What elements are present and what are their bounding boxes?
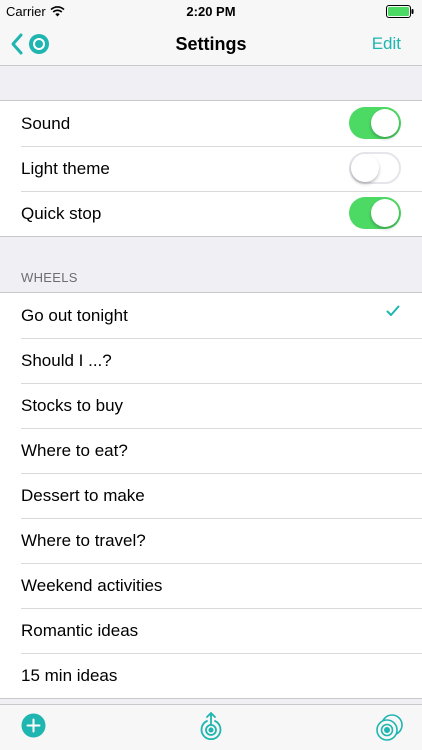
wheel-item-label: Dessert to make [21, 485, 145, 505]
status-time: 2:20 PM [186, 4, 236, 19]
wheels-list: Go out tonight Should I ...? Stocks to b… [0, 292, 422, 699]
settings-group: Sound Light theme Quick stop [0, 100, 422, 237]
wheel-item-label: Go out tonight [21, 305, 128, 325]
quick-stop-toggle[interactable] [349, 197, 401, 229]
status-bar: Carrier 2:20 PM [0, 0, 422, 24]
wheel-item-label: 15 min ideas [21, 665, 118, 685]
share-icon[interactable] [198, 711, 224, 743]
checkmark-icon [386, 305, 400, 316]
navigation-bar: Settings Edit [0, 24, 422, 66]
page-title: Settings [175, 34, 247, 54]
setting-row-quick-stop: Quick stop [0, 191, 422, 236]
wheel-item[interactable]: 15 min ideas [0, 653, 422, 698]
setting-row-sound: Sound [0, 101, 422, 146]
wheel-item-label: Should I ...? [21, 350, 112, 370]
wheel-item[interactable]: Where to eat? [0, 428, 422, 473]
wheel-item[interactable]: Should I ...? [0, 338, 422, 383]
battery-icon [386, 5, 414, 18]
bottom-toolbar [0, 704, 422, 750]
wheel-item[interactable]: Dessert to make [0, 473, 422, 518]
wheels-stack-icon[interactable] [375, 713, 405, 743]
sound-toggle[interactable] [349, 107, 401, 139]
setting-label: Sound [21, 113, 71, 133]
setting-label: Light theme [21, 158, 110, 178]
setting-row-light-theme: Light theme [0, 146, 422, 191]
wheel-item-label: Weekend activities [21, 575, 163, 595]
wheel-item[interactable]: Where to travel? [0, 518, 422, 563]
wheel-item-label: Where to travel? [21, 530, 146, 550]
light-theme-toggle[interactable] [349, 152, 401, 184]
wheels-section-header: WHEELS [21, 270, 78, 285]
toggle-knob [371, 109, 399, 137]
wheel-item[interactable]: Stocks to buy [0, 383, 422, 428]
edit-button[interactable]: Edit [372, 34, 401, 54]
wheel-item-label: Where to eat? [21, 440, 128, 460]
wheel-item[interactable]: Go out tonight [0, 293, 422, 338]
toggle-knob [371, 199, 399, 227]
setting-label: Quick stop [21, 203, 102, 223]
wheel-item[interactable]: Romantic ideas [0, 608, 422, 653]
plus-circle-icon[interactable] [21, 713, 46, 738]
wheel-item-label: Romantic ideas [21, 620, 139, 640]
wheel-item[interactable]: Weekend activities [0, 563, 422, 608]
toggle-knob [351, 154, 379, 182]
wheel-item-label: Stocks to buy [21, 395, 124, 415]
